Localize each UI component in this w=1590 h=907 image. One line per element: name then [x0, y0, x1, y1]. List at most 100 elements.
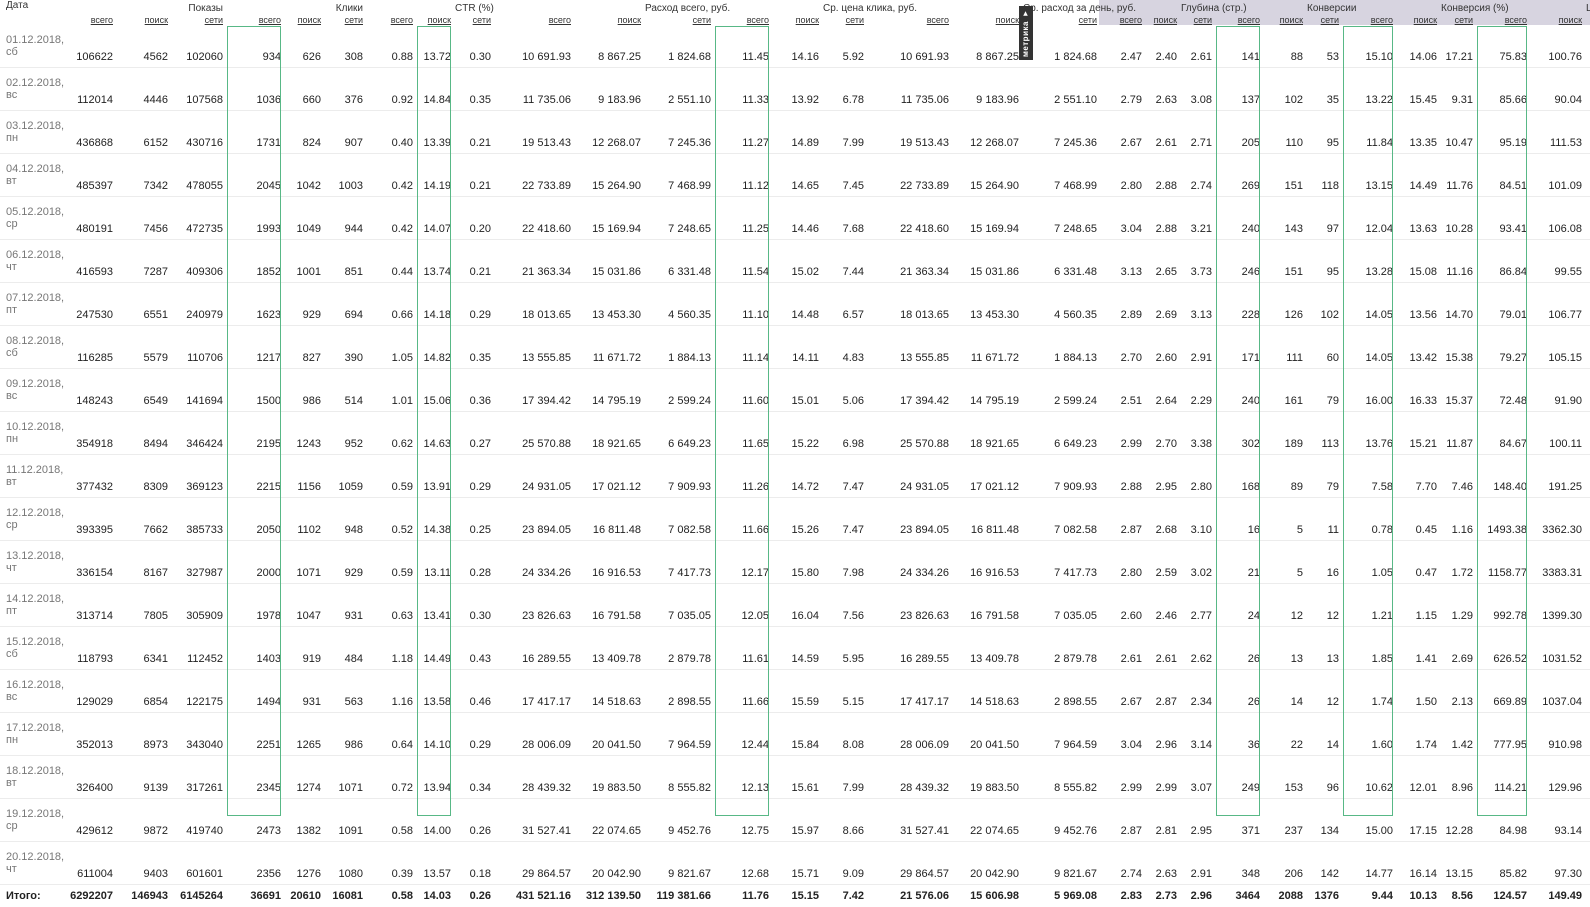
weekday-value: вс [6, 89, 48, 101]
table-cell: 1274 [283, 756, 323, 799]
table-cell: 13 409.78 [573, 627, 643, 670]
subheader-net[interactable]: сети [1179, 14, 1214, 25]
table-cell: 19 883.50 [951, 756, 1021, 799]
table-cell: 2.61 [1179, 25, 1214, 68]
table-cell: 15.71 [771, 842, 821, 885]
subheader-net[interactable]: сети [170, 14, 225, 25]
column-group-label[interactable]: Конверсии [1305, 0, 1341, 14]
table-cell: 116285 [50, 326, 115, 369]
table-cell: 6 649.23 [1021, 412, 1099, 455]
table-cell: 111.53 [1529, 111, 1584, 154]
table-cell: 934 [225, 25, 283, 68]
table-row: 06.12.2018,чт416593728740930618521001851… [0, 240, 1590, 283]
table-cell: 13.41 [415, 584, 453, 627]
subheader-all[interactable]: всего [1214, 14, 1262, 25]
metrika-toggle-tab[interactable]: метрика ▾ [1019, 6, 1033, 60]
table-cell: 142 [1305, 842, 1341, 885]
subheader-all[interactable]: всего [866, 14, 951, 25]
table-cell: 14.59 [771, 627, 821, 670]
table-cell: 7.58 [1341, 455, 1395, 498]
total-cell: 0.26 [453, 885, 493, 907]
column-group-label[interactable]: Конверсия (%) [1439, 0, 1475, 14]
table-cell: 7 248.65 [643, 197, 713, 240]
table-cell: 13 [1262, 627, 1305, 670]
subheader-net[interactable]: сети [323, 14, 365, 25]
subheader-search[interactable]: поиск [283, 14, 323, 25]
table-cell: 568.90 [1584, 713, 1590, 756]
table-cell: 151 [1262, 240, 1305, 283]
table-cell: 31 527.41 [866, 799, 951, 842]
table-cell: 1071 [323, 756, 365, 799]
table-cell: 4 560.35 [643, 283, 713, 326]
column-group-label[interactable]: Показы [170, 0, 225, 14]
weekday-value: ср [6, 820, 48, 832]
table-cell: 601601 [170, 842, 225, 885]
column-group-label[interactable]: Ср. цена клика, руб. [821, 0, 866, 14]
subheader-net[interactable]: сети [453, 14, 493, 25]
table-cell: 24 [1214, 584, 1262, 627]
subheader-all[interactable]: всего [713, 14, 771, 25]
subheader-net[interactable]: сети [643, 14, 713, 25]
table-cell: 9.09 [821, 842, 866, 885]
table-cell: 148243 [50, 369, 115, 412]
subheader-search[interactable]: поиск [771, 14, 821, 25]
subheader-all[interactable]: всего [365, 14, 415, 25]
subheader-net[interactable]: сети [821, 14, 866, 25]
date-value: 12.12.2018, [6, 507, 48, 519]
subheader-all[interactable]: всего [50, 14, 115, 25]
column-group-label[interactable]: Клики [323, 0, 365, 14]
table-cell: 206 [1262, 842, 1305, 885]
table-cell: 910.98 [1529, 713, 1584, 756]
subheader-search[interactable]: поиск [115, 14, 170, 25]
total-cell: 124.57 [1475, 885, 1529, 907]
table-cell: 13.15 [1341, 154, 1395, 197]
subheader-search[interactable]: поиск [1144, 14, 1179, 25]
column-group-label[interactable]: CTR (%) [453, 0, 493, 14]
date-value: 01.12.2018, [6, 34, 48, 46]
table-cell: 2.95 [1179, 799, 1214, 842]
table-cell: 91.90 [1529, 369, 1584, 412]
subheader-all[interactable]: всего [1341, 14, 1395, 25]
table-cell: 824 [283, 111, 323, 154]
table-cell: 485397 [50, 154, 115, 197]
subheader-net[interactable]: сети [1584, 14, 1590, 25]
table-cell: 2.70 [1144, 412, 1179, 455]
table-cell: 7287 [115, 240, 170, 283]
subheader-search[interactable]: поиск [1262, 14, 1305, 25]
subheader-net[interactable]: сети [1439, 14, 1475, 25]
table-cell: 1059 [323, 455, 365, 498]
subheader-search[interactable]: поиск [573, 14, 643, 25]
subheader-search[interactable]: поиск [415, 14, 453, 25]
subheader-search[interactable]: поиск [1395, 14, 1439, 25]
table-cell: 376 [323, 68, 365, 111]
table-cell: 15 169.94 [573, 197, 643, 240]
table-cell: 13.74 [415, 240, 453, 283]
column-group-label[interactable]: Цена цели, руб. [1584, 0, 1590, 14]
table-cell: 14.10 [415, 713, 453, 756]
table-cell: 7.68 [821, 197, 866, 240]
table-cell: 3.21 [1179, 197, 1214, 240]
subheader-all[interactable]: всего [1099, 14, 1144, 25]
table-cell: 23 894.05 [493, 498, 573, 541]
subheader-search[interactable]: поиск [951, 14, 1021, 25]
table-cell: 247530 [50, 283, 115, 326]
date-column-header[interactable]: Дата [0, 0, 50, 25]
table-cell: 2.74 [1099, 842, 1144, 885]
subheader-all[interactable]: всего [1475, 14, 1529, 25]
table-cell: 75.83 [1475, 25, 1529, 68]
table-cell: 84.51 [1475, 154, 1529, 197]
subheader-all[interactable]: всего [225, 14, 283, 25]
table-cell: 23 826.63 [493, 584, 573, 627]
table-cell: 9.31 [1439, 68, 1475, 111]
table-cell: 2.70 [1099, 326, 1144, 369]
subheader-net[interactable]: сети [1305, 14, 1341, 25]
column-group-label[interactable]: Расход всего, руб. [643, 0, 713, 14]
table-cell: 1493.38 [1475, 498, 1529, 541]
subheader-search[interactable]: поиск [1529, 14, 1584, 25]
subheader-all[interactable]: всего [493, 14, 573, 25]
table-cell: 1.18 [365, 627, 415, 670]
table-cell: 134 [1305, 799, 1341, 842]
column-group-label[interactable]: Глубина (стр.) [1179, 0, 1214, 14]
table-cell: 15.21 [1395, 412, 1439, 455]
table-cell: 7 964.59 [1021, 713, 1099, 756]
